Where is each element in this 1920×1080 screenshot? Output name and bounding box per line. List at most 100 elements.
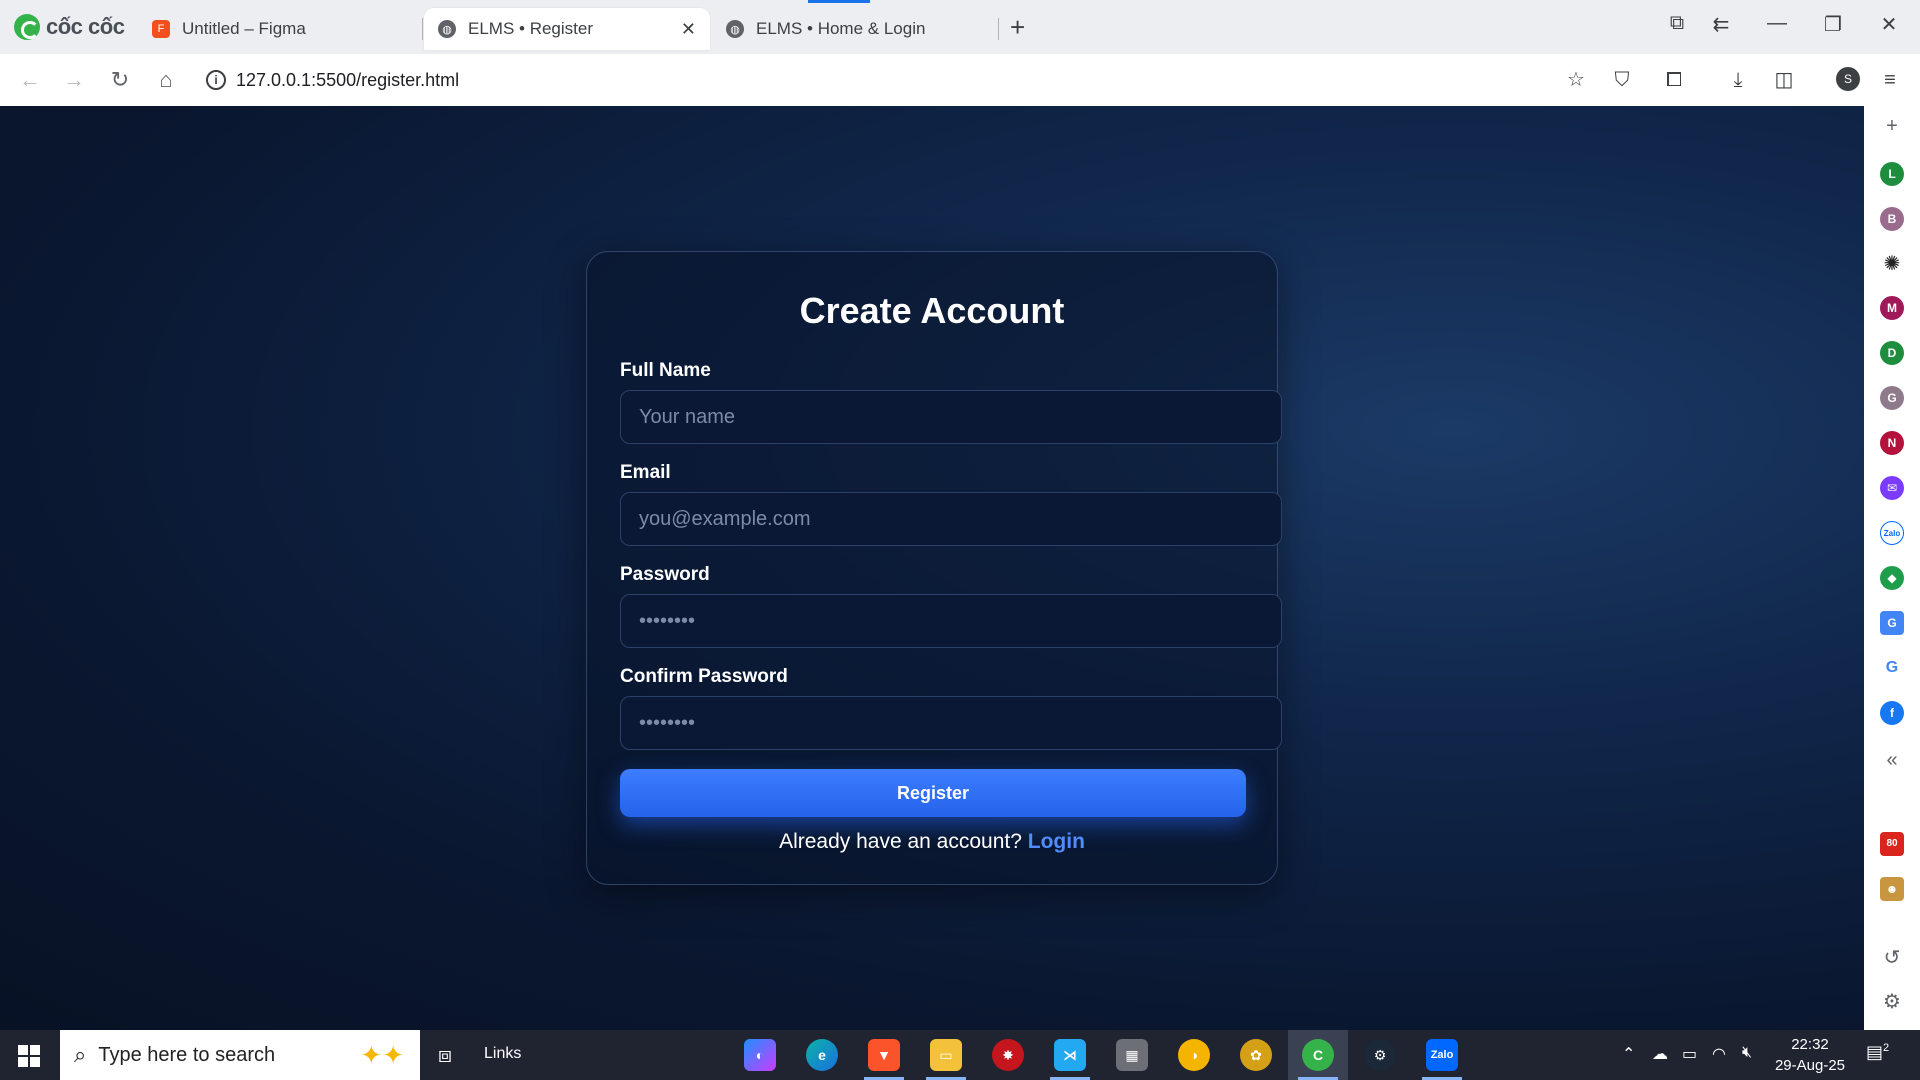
tab-home-login[interactable]: ◍ ELMS • Home & Login	[712, 8, 998, 50]
page-title: Create Account	[799, 290, 1065, 331]
sidebar-avatar-b[interactable]: B	[1880, 207, 1904, 231]
copilot-icon[interactable]: ◐	[744, 1039, 776, 1071]
minimize-icon[interactable]: —	[1762, 12, 1792, 35]
tab-register[interactable]: ◍ ELMS • Register ✕	[424, 8, 710, 50]
login-prompt-text: Already have an account?	[779, 830, 1022, 853]
brave-icon[interactable]: ▼	[864, 1039, 904, 1080]
app-icon[interactable]: ◑	[1178, 1039, 1210, 1071]
confirm-password-group: Confirm Password	[620, 666, 1282, 750]
app-icon[interactable]: ✸	[992, 1039, 1024, 1071]
zalo-icon[interactable]: Zalo	[1880, 521, 1904, 545]
sidebar-avatar-n[interactable]: N	[1880, 431, 1904, 455]
globe-icon: ◍	[726, 20, 744, 38]
confirm-password-input[interactable]	[620, 696, 1282, 750]
wifi-icon[interactable]: ◠	[1712, 1044, 1726, 1064]
app-icon[interactable]: ▦	[1116, 1039, 1148, 1071]
windows-taskbar: ⌕ Type here to search ✦✦ ⧈ Links ◐ e ▼ ▭…	[0, 1030, 1920, 1080]
page-viewport: Create Account Full Name Email Password …	[0, 106, 1864, 1030]
notifications-icon[interactable]: ▤2	[1866, 1042, 1889, 1063]
news-app-icon[interactable]: 80	[1880, 832, 1904, 856]
extensions-icon[interactable]: ⧠	[1660, 66, 1688, 94]
windows-start-icon[interactable]	[18, 1045, 40, 1067]
reload-icon[interactable]: ↻	[106, 66, 134, 94]
email-input[interactable]	[620, 492, 1282, 546]
url-text[interactable]: 127.0.0.1:5500/register.html	[236, 70, 459, 91]
sidebar-avatar-m[interactable]: M	[1880, 296, 1904, 320]
google-icon[interactable]: G	[1880, 656, 1904, 680]
email-group: Email	[620, 462, 1282, 546]
coccoc-logo-icon	[14, 14, 40, 40]
messenger-icon[interactable]: ✉	[1880, 476, 1904, 500]
shield-icon[interactable]: ⛉	[1608, 66, 1636, 94]
full-name-label: Full Name	[620, 360, 711, 381]
coccoc-taskbar-icon[interactable]: C	[1298, 1039, 1338, 1080]
back-arrows-icon[interactable]: ⇇	[1706, 12, 1736, 37]
password-group: Password	[620, 564, 1282, 648]
taskbar-search[interactable]: ⌕ Type here to search ✦✦	[60, 1030, 420, 1080]
zalo-taskbar-icon[interactable]: Zalo	[1422, 1039, 1462, 1080]
translate-icon[interactable]: G	[1880, 611, 1904, 635]
volume-muted-icon[interactable]: 🔇︎	[1742, 1044, 1752, 1062]
task-view-icon[interactable]: ⧈	[438, 1042, 452, 1068]
browser-logo[interactable]: cốc cốc	[14, 12, 125, 42]
app-icon[interactable]: ✿	[1240, 1039, 1272, 1071]
file-explorer-icon[interactable]: ▭	[926, 1039, 966, 1080]
tab-separator	[422, 18, 423, 40]
tray-overflow-icon[interactable]: ⌃	[1622, 1044, 1635, 1064]
address-bar[interactable]: i 127.0.0.1:5500/register.html	[196, 62, 1586, 98]
taskbar-clock[interactable]: 22:32 29-Aug-25	[1772, 1034, 1848, 1076]
add-panel-icon[interactable]: +	[1878, 112, 1906, 140]
battery-icon[interactable]: ▭	[1682, 1044, 1697, 1064]
game-icon[interactable]: ◆	[1880, 566, 1904, 590]
facebook-icon[interactable]: f	[1880, 701, 1904, 725]
site-info-icon[interactable]: i	[206, 70, 226, 90]
globe-icon: ◍	[438, 20, 456, 38]
tab-figma[interactable]: F Untitled – Figma	[138, 8, 418, 50]
screen-capture-icon[interactable]: ⧉	[1662, 12, 1692, 35]
download-icon[interactable]: ⤓	[1724, 66, 1752, 94]
restore-icon[interactable]: ❐	[1818, 12, 1848, 37]
home-icon[interactable]: ⌂	[152, 66, 180, 94]
close-tab-icon[interactable]: ✕	[681, 19, 696, 40]
onedrive-icon[interactable]: ☁	[1652, 1044, 1668, 1064]
settings-gear-icon[interactable]: ⚙	[1878, 988, 1906, 1016]
menu-icon[interactable]: ≡	[1876, 66, 1904, 94]
loading-indicator	[808, 0, 870, 3]
close-window-icon[interactable]: ✕	[1874, 12, 1904, 37]
clock-time: 22:32	[1791, 1036, 1829, 1053]
full-name-input[interactable]	[620, 390, 1282, 444]
profile-avatar[interactable]: S	[1836, 67, 1860, 91]
back-icon[interactable]: ←	[16, 66, 44, 94]
history-icon[interactable]: ↺	[1878, 944, 1906, 972]
login-link[interactable]: Login	[1028, 830, 1085, 853]
tab-title: Untitled – Figma	[182, 19, 306, 38]
password-label: Password	[620, 564, 710, 585]
vscode-icon[interactable]: ⋊	[1050, 1039, 1090, 1080]
password-input[interactable]	[620, 594, 1282, 648]
search-placeholder: Type here to search	[98, 1043, 276, 1066]
sidebar-avatar-d[interactable]: D	[1880, 341, 1904, 365]
bookmark-star-icon[interactable]: ☆	[1562, 66, 1590, 94]
tab-separator	[998, 18, 999, 40]
steam-icon[interactable]: ⚙	[1364, 1039, 1396, 1071]
sidebar-avatar-g[interactable]: G	[1880, 386, 1904, 410]
new-tab-icon[interactable]: +	[1010, 12, 1025, 43]
notification-count: 2	[1883, 1042, 1890, 1054]
tab-title: ELMS • Register	[468, 19, 593, 38]
openai-icon[interactable]: ✺	[1878, 250, 1906, 278]
email-label: Email	[620, 462, 671, 483]
edge-icon[interactable]: e	[806, 1039, 838, 1071]
collapse-panel-icon[interactable]: «	[1878, 746, 1906, 774]
register-button[interactable]: Register	[620, 769, 1246, 817]
browser-toolbar: ← → ↻ ⌂ i 127.0.0.1:5500/register.html ☆…	[0, 54, 1920, 106]
sidebar-avatar-l[interactable]: L	[1880, 162, 1904, 186]
game-avatar-icon[interactable]: ☻	[1880, 877, 1904, 901]
full-name-group: Full Name	[620, 360, 1282, 444]
tab-title: ELMS • Home & Login	[756, 19, 926, 38]
browser-brand-text: cốc cốc	[46, 14, 125, 39]
split-view-icon[interactable]: ◫	[1770, 66, 1798, 94]
forward-icon[interactable]: →	[60, 66, 88, 94]
links-toolbar[interactable]: Links	[484, 1045, 521, 1063]
figma-icon: F	[152, 20, 170, 38]
browser-tab-strip: cốc cốc F Untitled – Figma ◍ ELMS • Regi…	[0, 0, 1920, 54]
